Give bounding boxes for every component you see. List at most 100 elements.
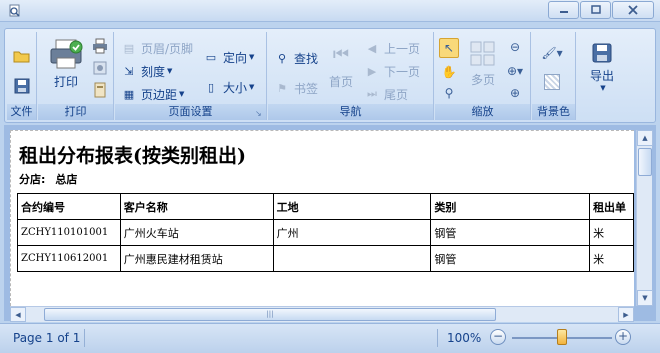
horizontal-scrollbar[interactable]: ◀ ||| ▶ bbox=[10, 306, 634, 322]
cell-category: 钢管 bbox=[430, 245, 591, 272]
header-footer-button[interactable]: ▤ 页眉/页脚 bbox=[121, 38, 193, 58]
maximize-icon bbox=[590, 5, 601, 14]
group-label-page-setup: 页面设置 bbox=[115, 104, 266, 120]
vertical-scroll-thumb[interactable] bbox=[638, 148, 652, 176]
first-page-button[interactable]: ⏮ 首页 bbox=[324, 44, 358, 90]
report-page: 租出分布报表(按类别租出) 分店: 总店 合约编号 客户名称 工地 类别 租出单 … bbox=[10, 130, 634, 306]
scale-button[interactable]: ⇲ 刻度 ▼ bbox=[121, 61, 172, 81]
cell-site bbox=[272, 245, 432, 272]
ribbon-group-print: 打印 打印 bbox=[38, 32, 114, 120]
group-label-print: 打印 bbox=[38, 104, 113, 120]
horizontal-scroll-thumb[interactable]: ||| bbox=[44, 308, 496, 321]
many-pages-icon bbox=[470, 41, 495, 66]
watermark-icon[interactable] bbox=[544, 74, 560, 90]
margins-icon: ▦ bbox=[123, 87, 135, 101]
zoom-in-icon[interactable]: ⊕ bbox=[505, 84, 525, 102]
ribbon-group-file: 文件 bbox=[7, 32, 37, 120]
zoom-dropdown-icon[interactable]: ⊕▾ bbox=[505, 62, 525, 80]
margins-button[interactable]: ▦ 页边距 ▼ bbox=[121, 84, 185, 104]
many-pages-button[interactable]: 多页 bbox=[463, 40, 503, 88]
quick-print-icon[interactable] bbox=[92, 38, 108, 54]
group-label-navigation: 导航 bbox=[268, 104, 433, 120]
scroll-right-icon[interactable]: ▶ bbox=[618, 307, 634, 322]
printer-icon bbox=[50, 39, 83, 69]
find-button[interactable]: ⚲ 查找 bbox=[274, 48, 318, 68]
scale-icon: ⇲ bbox=[124, 64, 134, 78]
col-header-site: 工地 bbox=[272, 193, 432, 220]
size-label: 大小 bbox=[223, 80, 248, 95]
vertical-scrollbar[interactable]: ▲ ▼ bbox=[636, 130, 653, 306]
next-page-button[interactable]: ▶ 下一页 bbox=[364, 61, 420, 81]
group-label-background: 背景色 bbox=[532, 104, 575, 120]
maximize-button[interactable] bbox=[580, 1, 611, 19]
zoom-percent[interactable]: 100% bbox=[447, 331, 481, 345]
zoom-slider-thumb[interactable] bbox=[557, 329, 567, 345]
paper-size-icon: ▯ bbox=[207, 80, 215, 94]
chevron-down-icon: ▼ bbox=[600, 84, 606, 92]
margins-label: 页边距 bbox=[141, 87, 178, 102]
dialog-launcher-icon[interactable]: ↘ bbox=[255, 109, 264, 118]
page-setup-icon[interactable] bbox=[92, 82, 108, 98]
cell-contract-no: ZCHY110612001 bbox=[17, 245, 121, 272]
ribbon-group-page-setup: ▤ 页眉/页脚 ⇲ 刻度 ▼ ▦ 页边距 ▼ ▭ 定向 ▼ ▯ 大小 ▼ 页面设… bbox=[115, 32, 267, 120]
prev-page-label: 上一页 bbox=[384, 41, 421, 56]
col-header-contract-no: 合约编号 bbox=[17, 193, 121, 220]
scroll-left-icon[interactable]: ◀ bbox=[10, 307, 26, 322]
ribbon-group-background: 🖌▾ 背景色 bbox=[532, 32, 576, 120]
header-footer-icon: ▤ bbox=[123, 41, 135, 55]
print-button[interactable]: 打印 bbox=[44, 38, 88, 90]
zoom-out-icon[interactable]: ⊖ bbox=[505, 38, 525, 56]
cell-category: 钢管 bbox=[430, 219, 591, 246]
close-button[interactable] bbox=[612, 1, 654, 19]
col-header-rent-unit: 租出单 bbox=[589, 193, 634, 220]
orientation-label: 定向 bbox=[223, 50, 248, 65]
branch-label: 分店: bbox=[19, 173, 46, 186]
export-label: 导出 bbox=[589, 69, 614, 83]
next-page-label: 下一页 bbox=[384, 64, 421, 79]
chevron-down-icon: ▼ bbox=[167, 67, 173, 75]
pointer-icon[interactable]: ↖ bbox=[439, 38, 459, 58]
scroll-up-icon[interactable]: ▲ bbox=[637, 130, 653, 146]
group-label-file: 文件 bbox=[7, 104, 36, 120]
status-divider bbox=[437, 329, 438, 347]
bookmark-icon: ⚑ bbox=[277, 81, 287, 95]
ribbon-group-export: 导出 ▼ bbox=[577, 32, 627, 120]
minimize-button[interactable] bbox=[548, 1, 579, 19]
export-button[interactable]: 导出 ▼ bbox=[581, 42, 623, 92]
cell-site: 广州 bbox=[272, 219, 432, 246]
print-button-label: 打印 bbox=[53, 75, 78, 89]
many-pages-label: 多页 bbox=[470, 73, 495, 87]
table-row: ZCHY110612001 广州惠民建材租赁站 钢管 米 bbox=[17, 245, 634, 272]
size-button[interactable]: ▯ 大小 ▼ bbox=[203, 77, 254, 97]
cell-rent-unit: 米 bbox=[589, 245, 634, 272]
hand-pan-icon[interactable]: ✋ bbox=[439, 62, 459, 82]
zoom-in-button[interactable]: + bbox=[615, 329, 631, 345]
zoom-out-button[interactable]: − bbox=[490, 329, 506, 345]
magnifier-doc-icon bbox=[9, 4, 20, 17]
last-page-icon: ⏭ bbox=[367, 87, 377, 100]
find-label: 查找 bbox=[294, 51, 319, 66]
ribbon: 文件 打印 打印 ▤ 页眉/页脚 ⇲ 刻度 ▼ ▦ 页边距 ▼ ▭ 定向 ▼ ▯… bbox=[4, 28, 656, 123]
page-info: Page 1 of 1 bbox=[13, 331, 81, 345]
open-folder-icon[interactable] bbox=[13, 48, 31, 64]
print-options-icon[interactable] bbox=[92, 60, 108, 76]
close-icon bbox=[628, 5, 638, 15]
col-header-category: 类别 bbox=[430, 193, 591, 220]
header-footer-label: 页眉/页脚 bbox=[141, 41, 194, 56]
arrow-left-icon: ◀ bbox=[367, 41, 377, 55]
zoom-tool-icon[interactable]: ⚲ bbox=[439, 84, 459, 102]
save-icon[interactable] bbox=[13, 78, 31, 94]
binoculars-icon: ⚲ bbox=[277, 51, 287, 65]
bookmark-label: 书签 bbox=[294, 81, 319, 96]
prev-page-button[interactable]: ◀ 上一页 bbox=[364, 38, 420, 58]
col-header-customer: 客户名称 bbox=[119, 193, 274, 220]
last-page-button[interactable]: ⏭ 尾页 bbox=[364, 84, 408, 104]
cell-rent-unit: 米 bbox=[589, 219, 634, 246]
first-page-icon: ⏮ bbox=[332, 44, 350, 65]
scroll-down-icon[interactable]: ▼ bbox=[637, 290, 653, 306]
ribbon-group-navigation: ⚲ 查找 ⚑ 书签 ⏮ 首页 ◀ 上一页 ▶ 下一页 ⏭ 尾页 导航 bbox=[268, 32, 434, 120]
bookmark-button[interactable]: ⚑ 书签 bbox=[274, 78, 318, 98]
orientation-button[interactable]: ▭ 定向 ▼ bbox=[203, 47, 255, 67]
paint-bucket-icon[interactable]: 🖌▾ bbox=[540, 44, 564, 62]
first-page-label: 首页 bbox=[328, 75, 353, 89]
